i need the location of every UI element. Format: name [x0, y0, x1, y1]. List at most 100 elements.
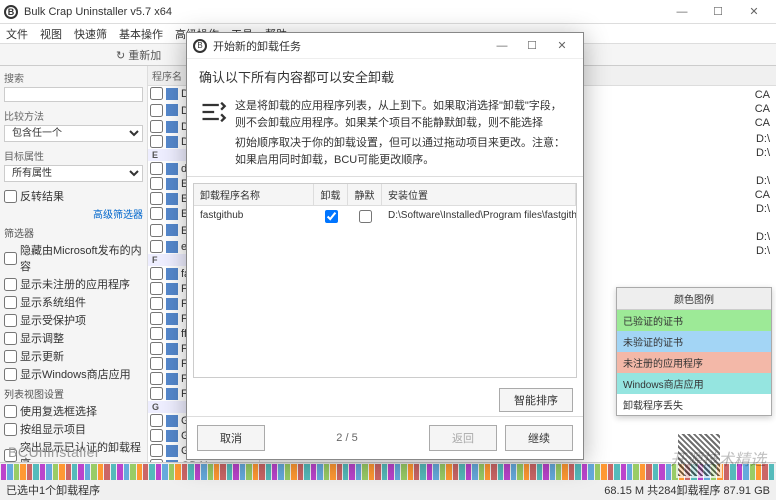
- view-header: 列表视图设置: [4, 386, 143, 401]
- text-watermark: 开源技术精选: [670, 446, 766, 470]
- maximize-button[interactable]: ☐: [700, 1, 736, 23]
- item-checkbox[interactable]: [150, 327, 163, 340]
- view-checkbox-1[interactable]: [4, 423, 17, 436]
- target-select[interactable]: 所有属性: [4, 165, 143, 182]
- target-label: 目标属性: [4, 148, 143, 163]
- item-checkbox[interactable]: [150, 297, 163, 310]
- treemap[interactable]: [0, 463, 776, 481]
- quiet-checkbox[interactable]: [359, 210, 372, 223]
- color-legend: 颜色图例 已验证的证书 未验证的证书 未注册的应用程序 Windows商店应用 …: [616, 287, 772, 416]
- back-button[interactable]: 返回: [429, 425, 497, 451]
- continue-button[interactable]: 继续: [505, 425, 573, 451]
- menu-file[interactable]: 文件: [6, 26, 28, 42]
- item-checkbox[interactable]: [150, 357, 163, 370]
- app-icon: B: [4, 5, 18, 19]
- app-icon: [166, 445, 178, 457]
- compare-select[interactable]: 包含任一个: [4, 125, 143, 142]
- search-label: 搜索: [4, 70, 143, 85]
- item-checkbox[interactable]: [150, 429, 163, 442]
- dialog-title: 开始新的卸载任务: [213, 38, 487, 54]
- dialog-maximize[interactable]: ☐: [517, 35, 547, 57]
- app-icon: [166, 224, 178, 236]
- app-icon: [166, 193, 178, 205]
- uninstall-dialog: B 开始新的卸载任务 — ☐ ✕ 确认以下所有内容都可以安全卸载 这是将卸载的应…: [186, 32, 584, 460]
- cancel-button[interactable]: 取消: [197, 425, 265, 451]
- app-icon: [166, 388, 178, 400]
- window-title: Bulk Crap Uninstaller v5.7 x64: [24, 6, 664, 18]
- filter-checkbox-3[interactable]: [4, 314, 17, 327]
- step-indicator: 2 / 5: [273, 432, 421, 444]
- item-checkbox[interactable]: [150, 444, 163, 457]
- row-name: fastgithub: [194, 208, 314, 228]
- filter-checkbox-4[interactable]: [4, 332, 17, 345]
- th-name[interactable]: 卸载程序名称: [194, 184, 314, 205]
- table-row[interactable]: fastgithub D:\Software\Installed\Program…: [194, 206, 576, 230]
- app-icon: [166, 298, 178, 310]
- item-checkbox[interactable]: [150, 177, 163, 190]
- app-icon: [166, 358, 178, 370]
- filter-checkbox-5[interactable]: [4, 350, 17, 363]
- app-icon: [166, 415, 178, 427]
- app-icon: [166, 268, 178, 280]
- advanced-filter-link[interactable]: 高级筛选器: [4, 206, 143, 221]
- item-checkbox[interactable]: [150, 120, 163, 133]
- app-icon: [166, 373, 178, 385]
- filter-checkbox-1[interactable]: [4, 278, 17, 291]
- menu-quickfilter[interactable]: 快速筛: [74, 26, 107, 42]
- sidebar: 搜索 比较方法 包含任一个 目标属性 所有属性 反转结果 高级筛选器 筛选器 隐…: [0, 66, 148, 462]
- app-icon: [166, 313, 178, 325]
- legend-verified: 已验证的证书: [617, 310, 771, 331]
- selection-status: 已选中1个卸载程序: [6, 482, 100, 498]
- app-icon: [166, 241, 178, 253]
- filter-checkbox-0[interactable]: [4, 252, 17, 265]
- th-path[interactable]: 安装位置: [382, 184, 576, 205]
- filters-header: 筛选器: [4, 225, 143, 240]
- app-icon: [166, 328, 178, 340]
- app-icon: [166, 104, 178, 116]
- item-checkbox[interactable]: [150, 312, 163, 325]
- th-quiet[interactable]: 静默: [348, 184, 382, 205]
- minimize-button[interactable]: —: [664, 1, 700, 23]
- item-checkbox[interactable]: [150, 192, 163, 205]
- invert-checkbox[interactable]: [4, 190, 17, 203]
- view-checkbox-0[interactable]: [4, 405, 17, 418]
- th-uninstall[interactable]: 卸载: [314, 184, 348, 205]
- dialog-minimize[interactable]: —: [487, 35, 517, 57]
- legend-title: 颜色图例: [617, 288, 771, 310]
- menu-basic[interactable]: 基本操作: [119, 26, 163, 42]
- app-icon: [166, 283, 178, 295]
- search-input[interactable]: [4, 87, 143, 102]
- compare-label: 比较方法: [4, 108, 143, 123]
- app-icon: [166, 208, 178, 220]
- item-checkbox[interactable]: [150, 387, 163, 400]
- item-checkbox[interactable]: [150, 104, 163, 117]
- app-icon: [166, 163, 178, 175]
- item-checkbox[interactable]: [150, 240, 163, 253]
- item-checkbox[interactable]: [150, 372, 163, 385]
- close-button[interactable]: ✕: [736, 1, 772, 23]
- uninstall-table: 卸载程序名称 卸载 静默 安装位置 fastgithub D:\Software…: [193, 183, 577, 378]
- filter-checkbox-2[interactable]: [4, 296, 17, 309]
- refresh-button[interactable]: ↻ 重新加: [116, 47, 161, 63]
- item-checkbox[interactable]: [150, 267, 163, 280]
- item-checkbox[interactable]: [150, 135, 163, 148]
- legend-store: Windows商店应用: [617, 373, 771, 394]
- status-bar: 已选中1个卸载程序 68.15 M 共284卸载程序 87.91 GB: [0, 462, 776, 500]
- item-checkbox[interactable]: [150, 87, 163, 100]
- app-icon: [166, 136, 178, 148]
- item-checkbox[interactable]: [150, 414, 163, 427]
- item-checkbox[interactable]: [150, 207, 163, 220]
- menu-view[interactable]: 视图: [40, 26, 62, 42]
- smart-sort-button[interactable]: 智能排序: [499, 388, 573, 412]
- filter-checkbox-6[interactable]: [4, 368, 17, 381]
- item-checkbox[interactable]: [150, 282, 163, 295]
- item-checkbox[interactable]: [150, 224, 163, 237]
- item-checkbox[interactable]: [150, 342, 163, 355]
- item-checkbox[interactable]: [150, 162, 163, 175]
- dialog-icon: B: [193, 39, 207, 53]
- brand-label: BCUninstaller: [8, 444, 100, 460]
- dialog-close[interactable]: ✕: [547, 35, 577, 57]
- app-icon: [166, 430, 178, 442]
- app-icon: [166, 178, 178, 190]
- uninstall-checkbox[interactable]: [325, 210, 338, 223]
